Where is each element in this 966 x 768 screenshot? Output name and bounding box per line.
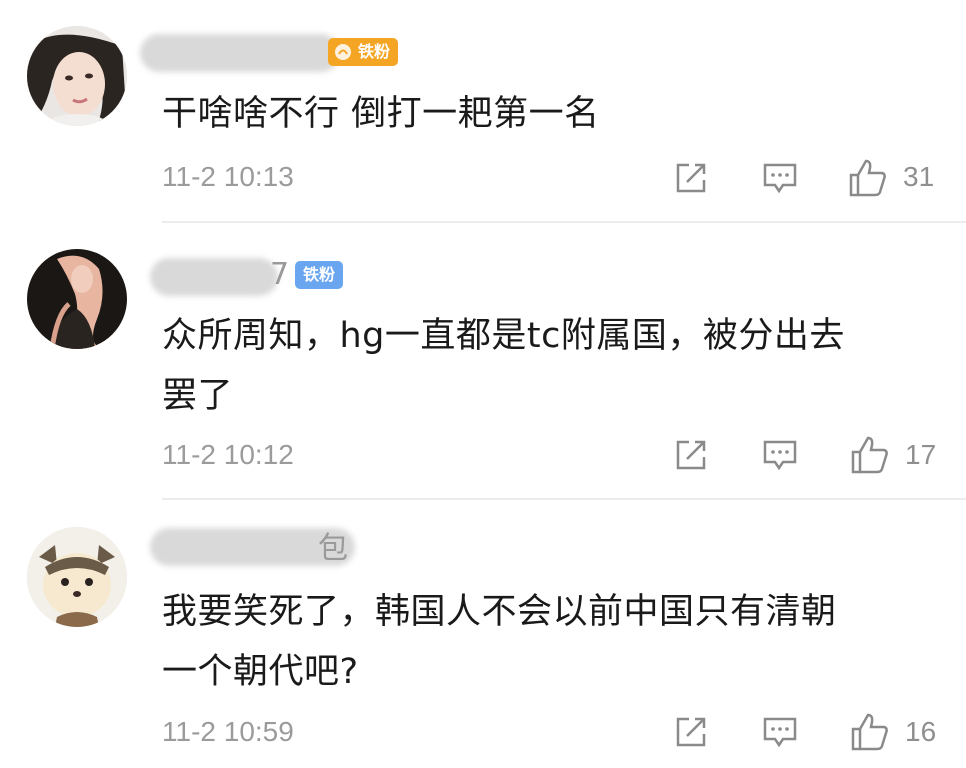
thumbs-up-icon[interactable]	[850, 712, 890, 752]
share-icon[interactable]	[673, 714, 709, 750]
timestamp: 11-2 10:13	[162, 161, 294, 192]
hamster-avatar	[27, 527, 127, 627]
girl-portrait-avatar	[27, 26, 127, 126]
comment-text-line: 罢了	[162, 376, 234, 416]
blonde-woman-avatar	[27, 249, 127, 349]
username-blurred[interactable]	[150, 258, 278, 296]
username-suffix: 7	[270, 257, 290, 292]
share-icon[interactable]	[673, 160, 709, 196]
comment-text-line: 我要笑死了，韩国人不会以前中国只有清朝	[162, 592, 837, 632]
timestamp: 11-2 10:12	[162, 439, 294, 470]
comment-text: 众所周知，hg一直都是tc附属国，被分出去 罢了	[162, 306, 942, 426]
comment-text-line: 一个朝代吧?	[162, 652, 359, 692]
thumbs-up-icon[interactable]	[850, 435, 890, 475]
like-count: 31	[903, 161, 935, 192]
thumbs-up-icon[interactable]	[848, 158, 888, 198]
fan-badge-icon	[335, 44, 351, 60]
like-count: 17	[905, 439, 937, 470]
divider	[162, 221, 966, 223]
comment-text-line: 众所周知，hg一直都是tc附属国，被分出去	[162, 316, 845, 356]
avatar[interactable]	[27, 26, 127, 126]
username-suffix: 包	[318, 531, 348, 566]
share-icon[interactable]	[673, 437, 709, 473]
like-count: 16	[905, 716, 937, 747]
comment-icon[interactable]	[762, 714, 798, 750]
badge-label: 铁粉	[303, 265, 336, 284]
username-blurred[interactable]	[140, 34, 340, 72]
divider	[162, 498, 966, 500]
comment-icon[interactable]	[762, 160, 798, 196]
comment-icon[interactable]	[762, 437, 798, 473]
avatar[interactable]	[27, 249, 127, 349]
comment-text: 干啥啥不行 倒打一耙第一名	[162, 94, 600, 134]
badge-label: 铁粉	[358, 42, 391, 61]
timestamp: 11-2 10:59	[162, 716, 294, 747]
avatar[interactable]	[27, 527, 127, 627]
comment-text: 我要笑死了，韩国人不会以前中国只有清朝 一个朝代吧?	[162, 582, 942, 702]
fan-badge: 铁粉	[328, 38, 399, 66]
fan-badge: 铁粉	[295, 261, 344, 289]
